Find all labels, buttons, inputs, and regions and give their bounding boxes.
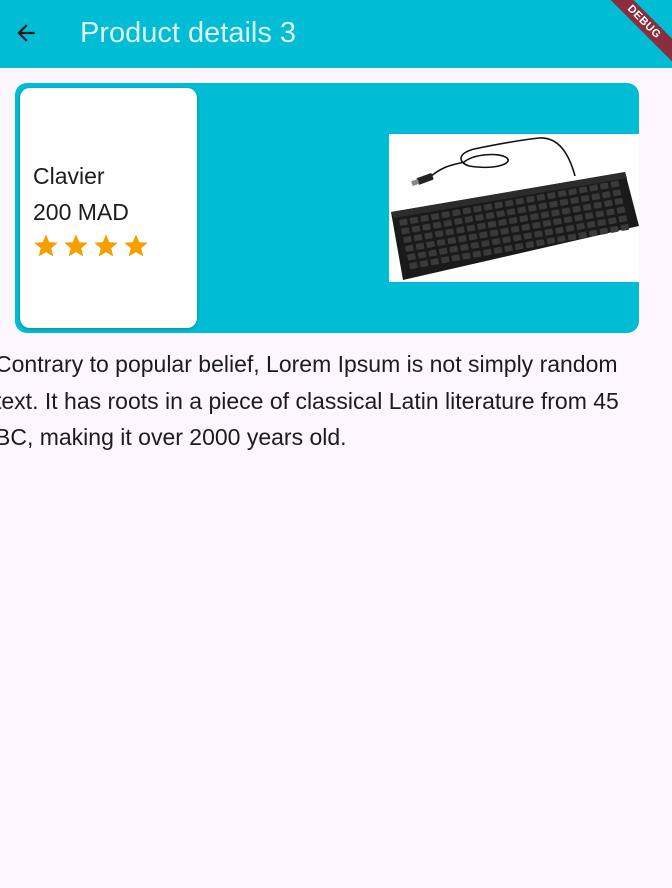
product-name: Clavier <box>33 163 105 189</box>
star-icon <box>124 234 148 257</box>
page-title: Product details 3 <box>80 17 297 49</box>
rating-stars <box>32 232 150 260</box>
star-icon <box>64 234 88 257</box>
product-price: 200 MAD <box>33 199 129 225</box>
product-description: Contrary to popular belief, Lorem Ipsum … <box>0 351 619 451</box>
star-icon <box>34 234 58 257</box>
star-icon <box>94 234 118 257</box>
arrow-back-icon <box>17 24 35 42</box>
keyboard-image <box>389 134 639 282</box>
product-card[interactable]: Clavier 200 MAD <box>15 83 639 333</box>
app-bar: Product details 3 <box>0 0 672 68</box>
back-button[interactable] <box>8 15 44 51</box>
product-info-card: Clavier 200 MAD <box>20 88 197 328</box>
